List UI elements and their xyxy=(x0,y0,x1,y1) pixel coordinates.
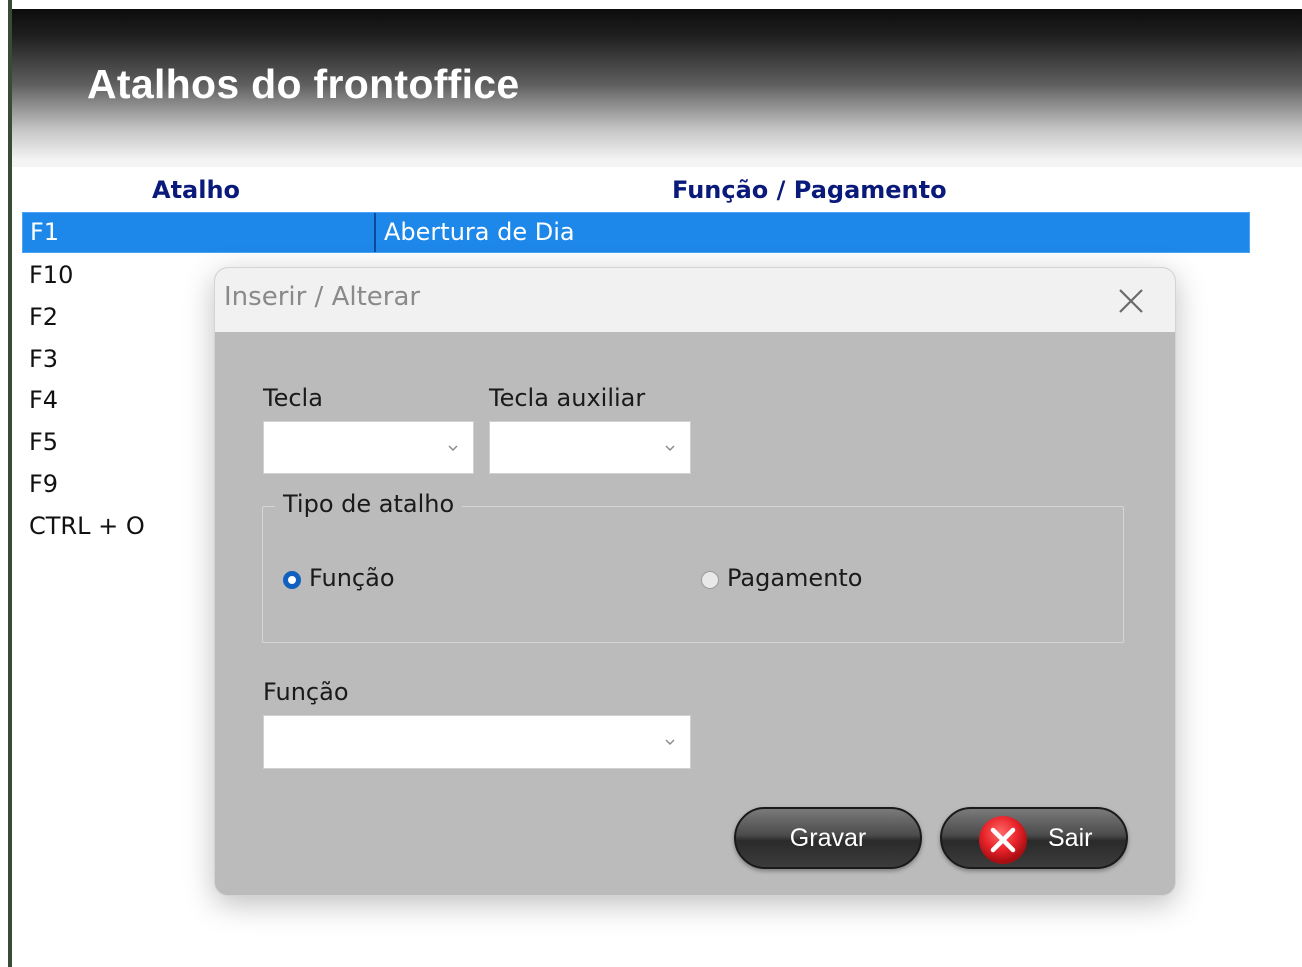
window-border xyxy=(8,0,12,967)
tecla-auxiliar-select[interactable] xyxy=(489,421,691,474)
funcao-select[interactable] xyxy=(263,715,691,769)
column-header-atalho: Atalho xyxy=(152,176,241,204)
tecla-auxiliar-label: Tecla auxiliar xyxy=(489,384,646,412)
row-value: Abertura de Dia xyxy=(384,218,575,246)
sair-button-label: Sair xyxy=(1048,824,1093,852)
window-left-edge xyxy=(0,0,12,967)
chevron-down-icon xyxy=(448,445,458,451)
tecla-label: Tecla xyxy=(263,384,323,412)
radio-funcao-label: Função xyxy=(309,564,395,592)
insert-edit-dialog: Inserir / Alterar Tecla Tecla auxiliar T… xyxy=(214,267,1176,896)
top-strip xyxy=(0,0,1302,9)
close-icon xyxy=(1119,289,1143,313)
sair-button[interactable]: Sair xyxy=(940,807,1128,869)
gravar-button-label: Gravar xyxy=(789,824,867,852)
page-title: Atalhos do frontoffice xyxy=(87,61,520,107)
chevron-down-icon xyxy=(665,739,675,745)
tipo-atalho-legend: Tipo de atalho xyxy=(275,490,463,518)
table-row[interactable]: F1 Abertura de Dia xyxy=(22,212,1250,253)
row-key: F1 xyxy=(30,218,60,246)
x-circle-icon xyxy=(979,816,1027,864)
page-header: Atalhos do frontoffice xyxy=(12,9,1302,159)
tecla-select[interactable] xyxy=(263,421,474,474)
column-header-funcao-pagamento: Função / Pagamento xyxy=(672,176,947,204)
dialog-title: Inserir / Alterar xyxy=(224,282,421,312)
radio-checked-icon xyxy=(283,571,301,589)
radio-pagamento-label: Pagamento xyxy=(727,564,863,592)
cell-divider xyxy=(374,213,376,252)
radio-unchecked-icon xyxy=(701,571,719,589)
dialog-close-button[interactable] xyxy=(1110,280,1152,322)
chevron-down-icon xyxy=(665,445,675,451)
funcao-label: Função xyxy=(263,678,349,706)
dialog-titlebar[interactable]: Inserir / Alterar xyxy=(215,268,1175,332)
header-divider xyxy=(12,159,1302,167)
gravar-button[interactable]: Gravar xyxy=(734,807,922,869)
